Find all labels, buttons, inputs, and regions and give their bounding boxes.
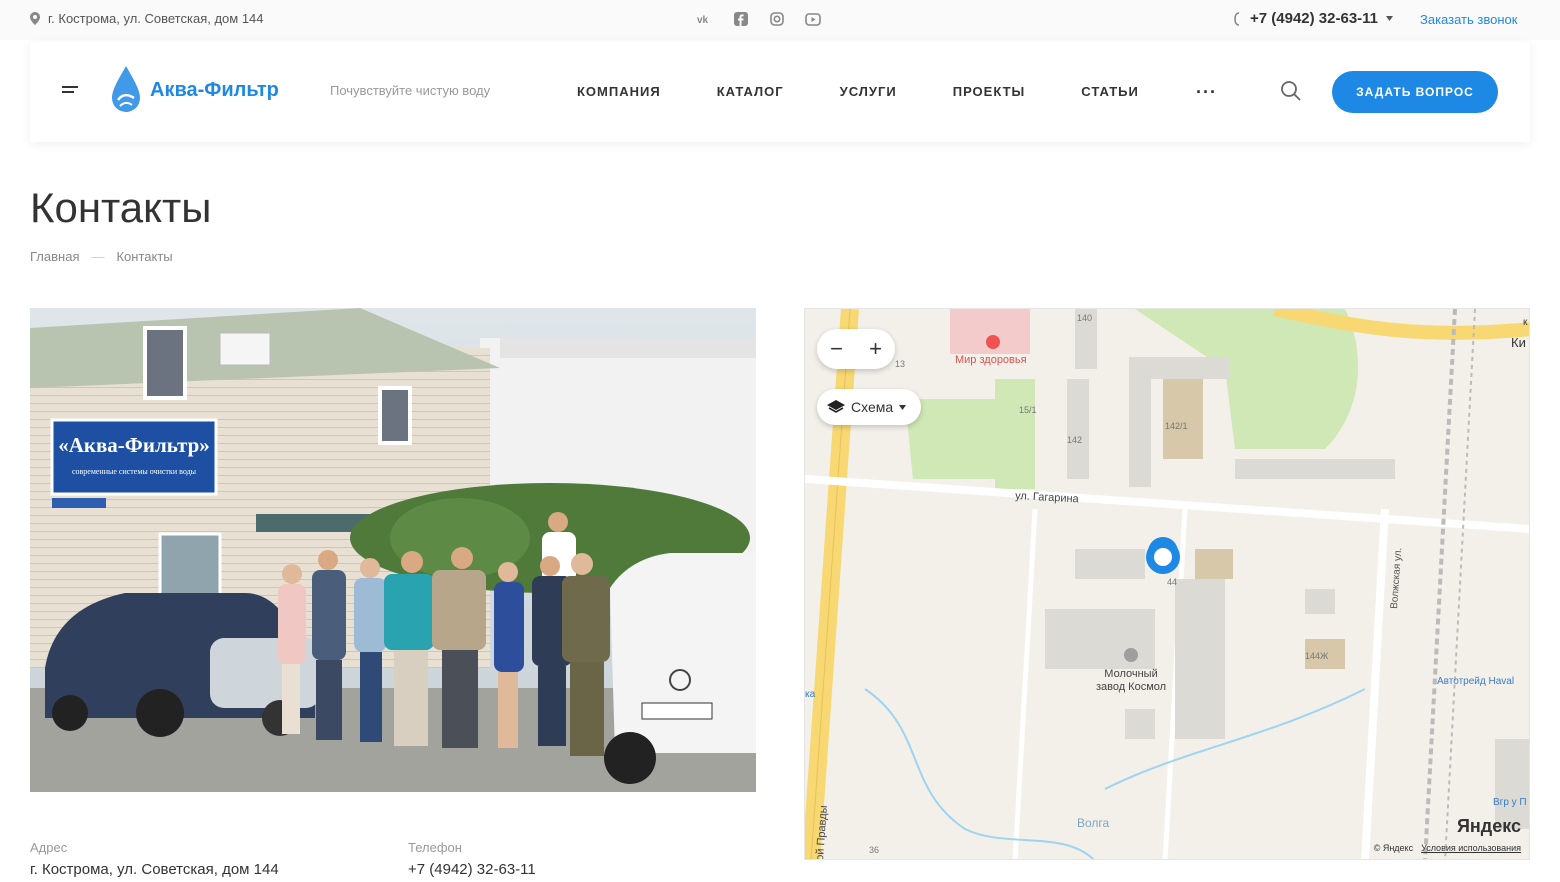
contact-address: Адрес г. Кострома, ул. Советская, дом 14… <box>30 840 279 878</box>
top-phone-number[interactable]: +7 (4942) 32-63-11 <box>1250 10 1378 27</box>
map-label-volga: Волга <box>1077 816 1110 830</box>
facebook-icon[interactable] <box>732 10 750 28</box>
phone-label: Телефон <box>408 840 462 855</box>
top-address: г. Кострома, ул. Советская, дом 144 <box>30 11 264 26</box>
nav-projects[interactable]: ПРОЕКТЫ <box>953 84 1026 99</box>
contact-phone: Телефон +7 (4942) 32-63-11 <box>408 840 536 878</box>
chevron-down-icon[interactable] <box>1386 16 1394 21</box>
address-label: Адрес <box>30 840 68 855</box>
youtube-icon[interactable] <box>804 10 822 28</box>
logo[interactable]: Аква-Фильтр <box>108 64 279 116</box>
breadcrumb-home[interactable]: Главная <box>30 249 79 264</box>
nav-more-button[interactable]: ··· <box>1196 82 1217 103</box>
instagram-icon[interactable] <box>768 10 786 28</box>
map-label-ka: ка <box>805 689 816 700</box>
chevron-down-icon <box>899 404 907 410</box>
map-label-142-1: 142/1 <box>1165 421 1188 431</box>
nav-company[interactable]: КОМПАНИЯ <box>577 84 661 99</box>
search-icon[interactable] <box>1280 80 1302 102</box>
map-label-142: 142 <box>1067 435 1082 445</box>
nav-catalog[interactable]: КАТАЛОГ <box>717 84 784 99</box>
map-label-140: 140 <box>1077 313 1092 323</box>
map-label-k: к <box>1523 317 1528 328</box>
map-label-15-1: 15/1 <box>1019 405 1037 415</box>
logo-text: Аква-Фильтр <box>150 78 279 101</box>
sign-title: «Аква-Фильтр» <box>58 433 210 457</box>
layers-icon <box>827 400 845 413</box>
map-label-avtotreid: Автотрейд Haval <box>1437 676 1514 687</box>
sign-subtitle: современные системы очистки воды <box>72 467 197 476</box>
social-links: vk <box>696 10 822 28</box>
office-photo: «Аква-Фильтр» современные системы очистк… <box>30 308 756 792</box>
map-terms-link[interactable]: Условия использования <box>1421 843 1521 853</box>
map-label-13: 13 <box>895 359 905 369</box>
map-label-vgr: Вгр у П <box>1493 797 1527 808</box>
yandex-map[interactable]: Мир здоровья ул. Гагарина Молочный завод… <box>804 308 1530 860</box>
callback-link[interactable]: Заказать звонок <box>1420 12 1517 27</box>
menu-burger-icon[interactable] <box>62 86 78 96</box>
ask-question-button[interactable]: ЗАДАТЬ ВОПРОС <box>1332 71 1498 113</box>
breadcrumb-current: Контакты <box>116 249 173 264</box>
phone-icon <box>1234 11 1240 26</box>
nav-services[interactable]: УСЛУГИ <box>840 84 897 99</box>
office-photo-illustration: «Аква-Фильтр» современные системы очистк… <box>30 308 756 792</box>
location-pin-icon <box>30 12 40 25</box>
yandex-logo[interactable]: Яндекс <box>1457 816 1521 837</box>
top-bar: г. Кострома, ул. Советская, дом 144 vk +… <box>0 0 1560 40</box>
address-value: г. Кострома, ул. Советская, дом 144 <box>30 861 279 878</box>
page-title: Контакты <box>30 184 212 231</box>
main-nav: КОМПАНИЯ КАТАЛОГ УСЛУГИ ПРОЕКТЫ СТАТЬИ <box>577 84 1195 99</box>
map-label-mir-zdorovya: Мир здоровья <box>955 354 1027 366</box>
map-label-ki: Ки <box>1511 335 1526 350</box>
map-label-44: 44 <box>1167 577 1177 587</box>
map-label-36: 36 <box>869 845 879 855</box>
map-label-144zh: 144Ж <box>1305 651 1329 661</box>
breadcrumb: Главная — Контакты <box>30 249 173 264</box>
svg-text:vk: vk <box>697 15 709 24</box>
zoom-in-button[interactable]: + <box>869 336 882 362</box>
main-header: Аква-Фильтр Почувствуйте чистую воду КОМ… <box>30 42 1530 142</box>
yandex-logo-text: Яндекс <box>1456 816 1521 836</box>
vk-icon[interactable]: vk <box>696 10 714 28</box>
water-drop-logo-icon <box>112 66 140 112</box>
breadcrumb-separator: — <box>91 249 105 264</box>
map-layer-label: Схема <box>851 399 894 415</box>
top-phone[interactable]: +7 (4942) 32-63-11 <box>1233 10 1394 27</box>
map-label-factory-1: Молочный <box>1104 668 1157 680</box>
top-address-text: г. Кострома, ул. Советская, дом 144 <box>48 11 264 26</box>
map-zoom-control: − + <box>817 329 895 369</box>
nav-articles[interactable]: СТАТЬИ <box>1081 84 1139 99</box>
map-copyright-text: © Яндекс <box>1373 843 1414 853</box>
map-label-factory-2: завод Космол <box>1096 681 1166 693</box>
map-copyright: © Яндекс Условия использования <box>1374 843 1521 853</box>
phone-value[interactable]: +7 (4942) 32-63-11 <box>408 861 536 878</box>
map-layer-select[interactable]: Схема <box>817 389 921 425</box>
zoom-out-button[interactable]: − <box>830 336 843 362</box>
slogan: Почувствуйте чистую воду <box>330 83 491 98</box>
